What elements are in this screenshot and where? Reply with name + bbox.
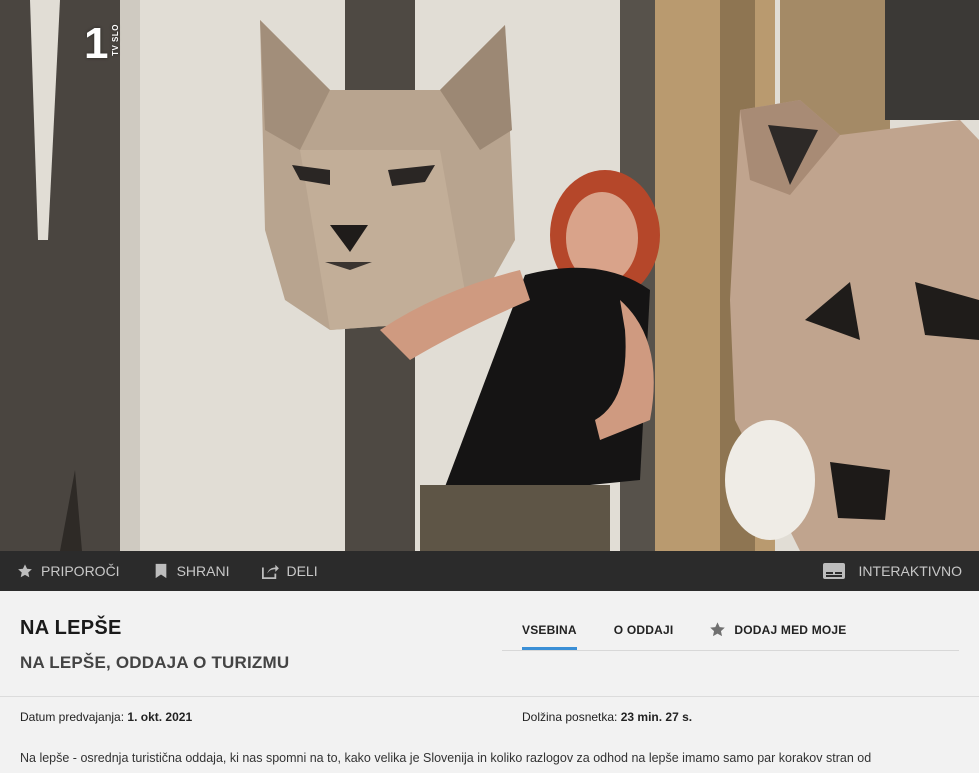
recommend-label: PRIPOROČI [41,563,120,579]
air-date-value: 1. okt. 2021 [127,710,193,724]
add-to-favorites-button[interactable]: DODAJ MED MOJE [709,609,846,650]
show-subtitle: NA LEPŠE, ODDAJA O TURIZMU [20,653,290,672]
air-date-label: Datum predvajanja: [20,710,125,724]
duration: Dolžina posnetka: 23 min. 27 s. [522,710,692,724]
save-label: SHRANI [176,563,230,579]
tab-about[interactable]: O ODDAJI [614,609,674,650]
show-title: NA LEPŠE [20,617,122,639]
share-label: DELI [286,563,318,579]
video-frame-image [0,0,979,551]
share-button[interactable]: DELI [245,551,333,591]
channel-name: TV SLO [111,24,121,56]
duration-value: 23 min. 27 s. [620,710,693,724]
channel-number: 1 [84,19,109,68]
interactive-label: INTERAKTIVNO [858,563,962,579]
duration-label: Dolžina posnetka: [522,710,618,724]
save-button[interactable]: SHRANI [136,551,246,591]
action-bar: PRIPOROČI SHRANI DELI INTERAKTIVNO [0,551,979,591]
show-description: Na lepše - osrednja turistična oddaja, k… [20,751,872,765]
recommend-button[interactable]: PRIPOROČI [0,551,136,591]
divider [0,696,979,697]
air-date: Datum predvajanja: 1. okt. 2021 [20,710,192,724]
channel-logo: 1 TV SLO [84,22,120,66]
bookmark-icon [152,562,170,580]
share-icon [261,562,280,580]
show-info-panel: NA LEPŠE NA LEPŠE, ODDAJA O TURIZMU VSEB… [0,591,979,773]
star-icon [709,621,726,638]
video-player[interactable]: 1 TV SLO [0,0,979,551]
tab-content[interactable]: VSEBINA [522,609,577,650]
interactive-button[interactable]: INTERAKTIVNO [807,551,979,591]
star-icon [16,562,34,580]
subtitles-icon [822,562,845,580]
info-tabs: VSEBINA O ODDAJI DODAJ MED MOJE [502,609,959,651]
add-to-favorites-label: DODAJ MED MOJE [734,622,847,637]
